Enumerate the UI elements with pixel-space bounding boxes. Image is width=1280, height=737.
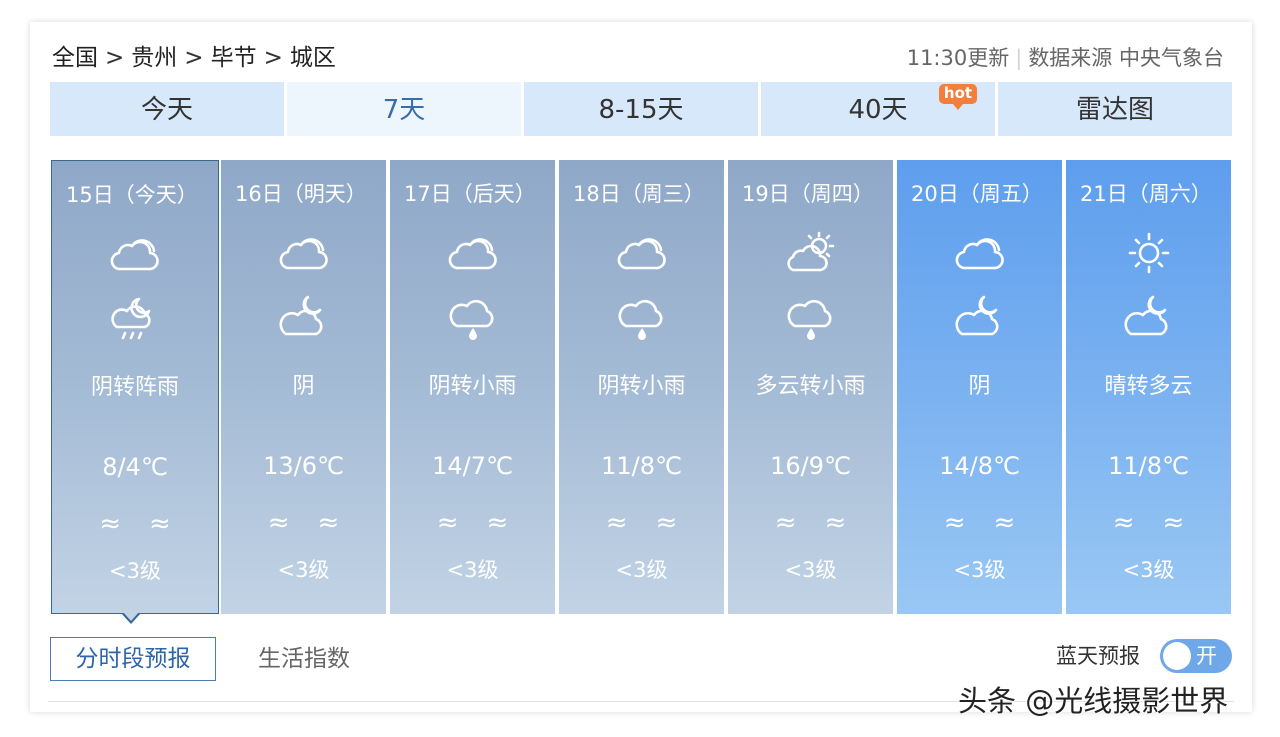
weather-description: 晴转多云 <box>1104 374 1193 399</box>
tab-7-days[interactable]: 7天 <box>287 82 521 136</box>
breadcrumb-separator: > <box>263 45 283 71</box>
breadcrumb: 全国 > 贵州 > 毕节 > 城区 <box>52 42 336 74</box>
hot-badge: hot <box>939 84 977 110</box>
sun-icon <box>1119 228 1179 278</box>
day-card[interactable]: 21日（周六） 晴转多云 11/8℃ ≈≈ <3级 <box>1066 160 1231 614</box>
cloud-icon <box>612 228 672 278</box>
day-card[interactable]: 17日（后天） 阴转小雨 14/7℃ ≈≈ <3级 <box>390 160 555 614</box>
bluesky-forecast-label: 蓝天预报 <box>1056 644 1140 668</box>
wind-direction-icon: ≈≈ <box>605 508 706 538</box>
day-date: 17日（后天） <box>404 182 536 206</box>
temperature-range: 11/8℃ <box>601 452 682 480</box>
day-card[interactable]: 19日（周四） 多云转小雨 16/9℃ ≈≈ <3级 <box>728 160 893 614</box>
weather-description: 阴 <box>968 374 991 399</box>
light-rain-icon <box>781 292 841 342</box>
day-card[interactable]: 18日（周三） 阴转小雨 11/8℃ ≈≈ <3级 <box>559 160 724 614</box>
breadcrumb-item-city[interactable]: 毕节 <box>211 45 257 71</box>
temperature-range: 16/9℃ <box>770 452 851 480</box>
data-source: 数据来源 中央气象台 <box>1028 46 1224 70</box>
day-date: 18日（周三） <box>573 182 705 206</box>
night-shower-icon <box>105 293 165 343</box>
wind-level: <3级 <box>277 558 330 582</box>
weather-description: 阴 <box>292 374 315 399</box>
tab-40-days[interactable]: 40天 hot <box>761 82 995 136</box>
cloud-icon <box>105 229 165 279</box>
wind-level: <3级 <box>953 558 1006 582</box>
light-rain-icon <box>612 292 672 342</box>
temperature-range: 13/6℃ <box>263 452 344 480</box>
temperature-range: 11/8℃ <box>1108 452 1189 480</box>
wind-direction-icon: ≈≈ <box>436 508 537 538</box>
breadcrumb-separator: > <box>105 45 125 71</box>
tab-radar[interactable]: 雷达图 <box>998 82 1232 136</box>
day-date: 20日（周五） <box>911 182 1043 206</box>
night-cloud-icon <box>1119 292 1179 342</box>
wind-level: <3级 <box>109 559 161 583</box>
day-card[interactable]: 20日（周五） 阴 14/8℃ ≈≈ <3级 <box>897 160 1062 614</box>
wind-direction-icon: ≈≈ <box>1112 508 1213 538</box>
meta-divider: | <box>1015 46 1023 70</box>
toggle-label: 开 <box>1196 644 1217 668</box>
wind-direction-icon: ≈≈ <box>99 509 199 539</box>
weather-description: 多云转小雨 <box>755 374 866 399</box>
day-card[interactable]: 16日（明天） 阴 13/6℃ ≈≈ <3级 <box>221 160 386 614</box>
selected-day-pointer <box>121 612 141 624</box>
partly-cloudy-icon <box>781 228 841 278</box>
cloud-icon <box>443 228 503 278</box>
cloud-icon <box>950 228 1010 278</box>
wind-level: <3级 <box>1122 558 1175 582</box>
update-time: 11:30更新 <box>906 46 1010 70</box>
toggle-knob <box>1163 642 1191 670</box>
update-meta: 11:30更新 | 数据来源 中央气象台 <box>907 42 1224 74</box>
wind-level: <3级 <box>784 558 837 582</box>
breadcrumb-item-province[interactable]: 贵州 <box>131 45 177 71</box>
forecast-tabs: 今天 7天 8-15天 40天 hot 雷达图 <box>50 82 1234 136</box>
weather-description: 阴转小雨 <box>597 374 686 399</box>
weather-description: 阴转小雨 <box>428 374 517 399</box>
wind-direction-icon: ≈≈ <box>943 508 1044 538</box>
bluesky-toggle[interactable]: 开 <box>1160 639 1232 673</box>
cloud-icon <box>274 228 334 278</box>
temperature-range: 8/4℃ <box>102 453 168 481</box>
breadcrumb-item-district: 城区 <box>289 45 336 71</box>
day-date: 21日（周六） <box>1080 182 1212 206</box>
wind-level: <3级 <box>446 558 499 582</box>
tab-today[interactable]: 今天 <box>50 82 284 136</box>
temperature-range: 14/8℃ <box>939 452 1020 480</box>
night-cloud-icon <box>950 292 1010 342</box>
weather-description: 阴转阵雨 <box>90 375 179 400</box>
day-date: 15日（今天） <box>66 183 198 207</box>
watermark: 头条 @光线摄影世界 <box>958 684 1229 718</box>
day-date: 19日（周四） <box>742 182 874 206</box>
tab-life-index[interactable]: 生活指数 <box>258 637 350 681</box>
temperature-range: 14/7℃ <box>432 452 513 480</box>
light-rain-icon <box>443 292 503 342</box>
night-cloud-icon <box>274 292 334 342</box>
breadcrumb-separator: > <box>184 45 204 71</box>
wind-direction-icon: ≈≈ <box>774 508 875 538</box>
breadcrumb-item-country[interactable]: 全国 <box>52 45 98 71</box>
day-card[interactable]: 15日（今天） 阴转阵雨 8/4℃ ≈≈ <3级 <box>51 160 219 614</box>
tab-40-days-label: 40天 <box>848 95 908 125</box>
wind-level: <3级 <box>615 558 668 582</box>
tab-8-15-days[interactable]: 8-15天 <box>524 82 758 136</box>
tab-hourly-forecast[interactable]: 分时段预报 <box>50 637 216 681</box>
day-date: 16日（明天） <box>235 182 367 206</box>
wind-direction-icon: ≈≈ <box>267 508 368 538</box>
